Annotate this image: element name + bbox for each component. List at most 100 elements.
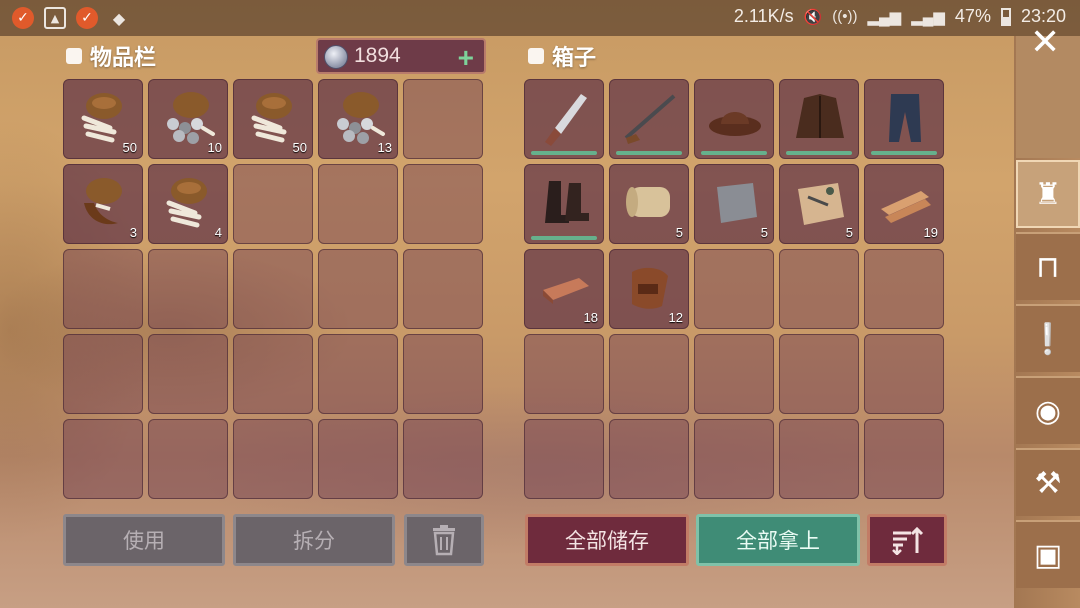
inventory-slot[interactable] [233,164,313,244]
jeans-icon [889,94,921,142]
chest-slot[interactable] [779,79,859,159]
boots-icon [545,181,589,223]
tab-trade[interactable]: ◉ [1016,376,1080,444]
tab-bag[interactable]: ♜ [1016,160,1080,228]
split-button[interactable]: 拆分 [233,514,395,566]
chest-slot[interactable] [609,334,689,414]
inventory-header: 物品栏 [66,40,156,72]
durability-bar [786,151,852,155]
chest-slot[interactable]: 5 [609,164,689,244]
inventory-slot[interactable] [63,334,143,414]
inventory-slot[interactable] [233,249,313,329]
chest-slot[interactable] [524,79,604,159]
jacket-icon [796,94,844,138]
take-all-button[interactable]: 全部拿上 [696,514,860,566]
add-currency-button[interactable]: + [458,42,474,74]
signal-icon: ▂▄▆ [911,8,945,26]
close-button[interactable]: ✕ [1030,22,1060,63]
gallery-notification-icon: ▲ [44,7,66,29]
crafting-table-icon: ⊓ [1036,249,1060,285]
inventory-grid: 50 10 50 13 3 4 [63,79,483,499]
metal-sheet-icon [717,183,757,223]
chest-slot[interactable] [609,419,689,499]
bag-small-icon [66,48,82,64]
bones-bag-icon [81,93,122,143]
coins-icon: ◉ [1034,393,1062,429]
chest-slot[interactable]: 12 [609,249,689,329]
chest-slot[interactable] [864,419,944,499]
chest-slot[interactable] [694,79,774,159]
item-quantity: 5 [675,225,683,240]
inventory-slot[interactable] [63,419,143,499]
mute-icon: 🔇 [803,8,823,26]
inventory-slot[interactable] [148,334,228,414]
inventory-slot[interactable] [403,164,483,244]
chest-slot[interactable] [524,419,604,499]
battery-percent: 47% [954,6,991,26]
chest-slot[interactable] [694,419,774,499]
chest-slot[interactable] [779,419,859,499]
inventory-slot[interactable] [148,249,228,329]
chest-slot[interactable]: 5 [694,164,774,244]
inventory-slot[interactable] [318,419,398,499]
chest-slot[interactable]: 18 [524,249,604,329]
anvil-icon: ⚒ [1034,465,1062,501]
inventory-slot[interactable] [318,334,398,414]
inventory-slot[interactable] [318,164,398,244]
take-all-label: 全部拿上 [736,529,820,553]
item-quantity: 4 [214,225,222,240]
chest-header: 箱子 [528,40,596,72]
inventory-slot[interactable] [233,419,313,499]
item-quantity: 50 [122,140,137,155]
inventory-slot[interactable] [403,334,483,414]
inventory-slot[interactable]: 10 [148,79,228,159]
chest-slot[interactable] [864,79,944,159]
tab-backpack[interactable]: ▣ [1016,520,1080,588]
trash-icon [433,525,455,556]
inventory-slot[interactable] [403,249,483,329]
inventory-slot[interactable] [148,419,228,499]
chest-slot[interactable]: 19 [864,164,944,244]
trash-button[interactable] [404,514,484,566]
cloth-roll-icon [626,187,670,217]
chest-slot[interactable] [864,249,944,329]
tab-crafting[interactable]: ⊓ [1016,232,1080,300]
inventory-slot[interactable]: 3 [63,164,143,244]
currency-amount: 1894 [354,44,401,67]
chest-slot[interactable] [694,249,774,329]
inventory-slot[interactable]: 13 [318,79,398,159]
app-notification-icon: ✓ [76,7,98,29]
wifi-icon: ((•)) [832,8,858,25]
chest-grid: 5 5 5 19 18 12 [524,79,944,499]
item-quantity: 5 [760,225,768,240]
chest-slot[interactable] [779,249,859,329]
inventory-slot[interactable] [403,419,483,499]
chest-slot[interactable] [694,334,774,414]
use-button[interactable]: 使用 [63,514,225,566]
chest-slot[interactable] [609,79,689,159]
hat-icon [709,112,761,136]
chest-slot[interactable] [779,334,859,414]
inventory-slot[interactable]: 50 [63,79,143,159]
store-all-label: 全部储存 [565,529,649,553]
chest-slot[interactable] [524,164,604,244]
store-all-button[interactable]: 全部储存 [525,514,689,566]
chest-slot[interactable]: 5 [779,164,859,244]
bag-icon: ♜ [1034,176,1062,212]
leather-icon [632,267,668,309]
app-notification-icon: ✓ [12,7,34,29]
chest-slot[interactable] [524,334,604,414]
inventory-slot[interactable] [63,249,143,329]
sort-button[interactable] [867,514,947,566]
tab-quests[interactable]: ❕ [1016,304,1080,372]
chest-slot[interactable] [864,334,944,414]
inventory-slot[interactable]: 4 [148,164,228,244]
inventory-slot[interactable] [233,334,313,414]
tab-anvil[interactable]: ⚒ [1016,448,1080,516]
inventory-slot[interactable] [403,79,483,159]
inventory-slot[interactable] [318,249,398,329]
durability-bar [701,151,767,155]
item-quantity: 10 [207,140,222,155]
durability-bar [531,236,597,240]
inventory-slot[interactable]: 50 [233,79,313,159]
